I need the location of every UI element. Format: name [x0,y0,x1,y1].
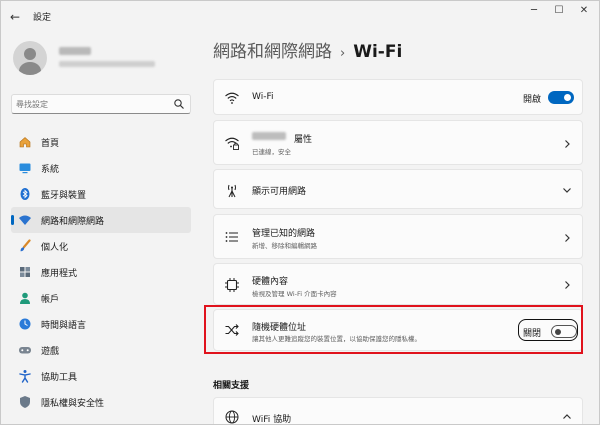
brush-icon [20,239,31,252]
sidebar-item-label: 隱私權與安全性 [41,399,105,409]
sidebar-item-label: 遊戲 [41,347,60,357]
sidebar-item-label: 帳戶 [41,295,60,305]
sidebar-item-label: 系統 [41,165,60,175]
sidebar-item-label: 藍牙與裝置 [41,191,87,201]
sidebar-item-label: 首頁 [41,139,60,149]
available-networks-title: 顯示可用網路 [252,187,307,197]
sidebar-item-label: 網路和網際網路 [41,217,105,227]
sidebar-item-accessibility[interactable]: 協助工具 [11,363,191,389]
sidebar-item-apps[interactable]: 應用程式 [11,259,191,285]
network-properties-card[interactable]: 屬性 已連線，安全 [213,120,583,165]
avatar-shoulders [19,62,41,75]
search-input[interactable] [16,97,166,111]
globe-clock-icon [19,318,31,330]
avatar-head [24,48,36,60]
redacted-user-name [59,47,91,55]
known-networks-subtitle: 新增、移除和編輯網路 [252,242,317,250]
chevron-down-icon [563,188,571,193]
gamepad-icon [19,347,31,354]
wifi-help-title: WiFi 協助 [252,415,292,425]
sidebar-item-bluetooth[interactable]: 藍牙與裝置 [11,181,191,207]
network-properties-title: 屬性 [294,135,313,145]
account-icon [20,292,30,304]
hardware-properties-card[interactable]: 硬體內容 檢視及管理 Wi-Fi 介面卡內容 [213,263,583,305]
minimize-icon[interactable]: ─ [523,4,545,18]
breadcrumb-parent[interactable]: 網路和網際網路 [213,42,332,62]
settings-window: ← 設定 ─ ☐ ✕ 首頁 系統 [0,0,600,425]
redacted-ssid [252,132,286,140]
chip-icon [225,278,239,292]
wifi-help-card[interactable]: WiFi 協助 [213,397,583,425]
wifi-toggle-card: Wi-Fi 開啟 [213,79,583,115]
app-title: 設定 [33,13,52,23]
sidebar-item-personalization[interactable]: 個人化 [11,233,191,259]
bluetooth-icon [20,188,30,200]
shield-icon [20,396,30,408]
chevron-right-icon [565,281,570,289]
list-icon [225,232,238,242]
sidebar-item-network[interactable]: 網路和網際網路 [11,207,191,233]
maximize-icon[interactable]: ☐ [548,4,570,18]
search-icon[interactable] [173,98,185,110]
page-title: Wi-Fi [353,42,403,62]
sidebar-item-label: 時間與語言 [41,321,87,331]
sidebar-item-privacy[interactable]: 隱私權與安全性 [11,389,191,415]
redacted-user-email [59,61,155,67]
wifi-toggle[interactable] [548,91,574,104]
wifi-icon [19,215,31,225]
back-arrow-icon[interactable]: ← [7,9,23,25]
sidebar-item-label: 應用程式 [41,269,78,279]
related-support-heading: 相關支援 [213,381,250,391]
available-networks-card[interactable]: 顯示可用網路 [213,169,583,209]
known-networks-card[interactable]: 管理已知的網路 新增、移除和編輯網路 [213,214,583,259]
sidebar-item-label: 個人化 [41,243,69,253]
chevron-up-icon [563,414,571,419]
wifi-icon [225,92,239,104]
apps-icon [20,267,30,277]
chevron-right-icon [565,140,570,148]
accessibility-icon [19,370,31,383]
hardware-properties-title: 硬體內容 [252,277,289,287]
sidebar-item-time-language[interactable]: 時間與語言 [11,311,191,337]
hardware-properties-subtitle: 檢視及管理 Wi-Fi 介面卡內容 [252,290,337,298]
antenna-icon [228,184,236,198]
close-icon[interactable]: ✕ [573,4,595,18]
sidebar-item-gaming[interactable]: 遊戲 [11,337,191,363]
breadcrumb-separator: › [340,46,346,61]
sidebar-item-accounts[interactable]: 帳戶 [11,285,191,311]
home-icon [19,137,31,148]
sidebar-nav: 首頁 系統 藍牙與裝置 網路和網際網路 個人化 應用程式 帳戶 時間與語言 遊戲… [11,129,191,415]
sidebar-item-label: 協助工具 [41,373,78,383]
avatar[interactable] [13,41,47,75]
toggle-highlight-outline [518,319,578,341]
secure-wifi-icon [225,137,239,150]
breadcrumb: 網路和網際網路 › Wi-Fi [213,37,402,62]
chevron-right-icon [565,234,570,242]
globe-icon [225,410,239,424]
title-bar: ← 設定 ─ ☐ ✕ [1,1,599,33]
network-status: 已連線，安全 [252,148,291,156]
system-icon [19,163,31,174]
sidebar-item-system[interactable]: 系統 [11,155,191,181]
wifi-title: Wi-Fi [252,92,274,102]
sidebar-item-home[interactable]: 首頁 [11,129,191,155]
wifi-state-label: 開啟 [523,95,542,105]
known-networks-title: 管理已知的網路 [252,229,316,239]
search-box[interactable] [11,94,191,114]
